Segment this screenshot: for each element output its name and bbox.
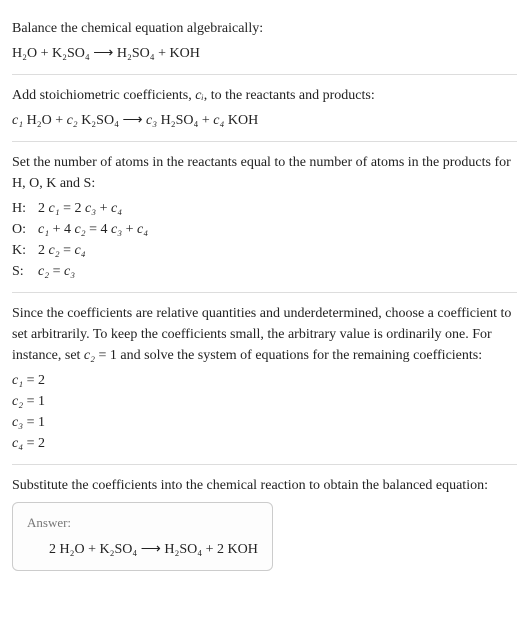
h-mid2: + (96, 201, 111, 216)
k-c2: c₂ (49, 243, 60, 258)
section-atom-equations: Set the number of atoms in the reactants… (12, 142, 517, 293)
eq-sp4: KOH (224, 113, 258, 128)
atom-row-o: O: c₁ + 4 c₂ = 4 c₃ + c₄ (12, 219, 517, 240)
solve-c2: c₂ (84, 348, 95, 363)
atom-eq-s: c₂ = c₃ (38, 261, 517, 282)
eq-c3: c₃ (146, 113, 157, 128)
coeff-row-3: c₃ = 1 (12, 412, 517, 433)
balanced-equation: 2 H₂O + K₂SO₄ ⟶ H₂SO₄ + 2 KOH (27, 539, 258, 560)
cr3-c: c₃ (12, 415, 23, 430)
eq-sp1: H₂O + (23, 113, 67, 128)
original-equation: H₂O + K₂SO₄ ⟶ H₂SO₄ + KOH (12, 43, 517, 64)
atom-eq-h: 2 c₁ = 2 c₃ + c₄ (38, 198, 517, 219)
add-coeff-text-a: Add stoichiometric coefficients, (12, 88, 195, 103)
answer-label: Answer: (27, 513, 258, 533)
k-c4: c₄ (75, 243, 86, 258)
atom-label-s: S: (12, 261, 38, 282)
eq-c1: c₁ (12, 113, 23, 128)
o-c3: c₃ (111, 222, 122, 237)
o-mid0: + 4 (49, 222, 74, 237)
h-c1: c₁ (49, 201, 60, 216)
coeff-list: c₁ = 2 c₂ = 1 c₃ = 1 c₄ = 2 (12, 370, 517, 454)
s-mid1: = (49, 264, 64, 279)
eq-sp3: H₂SO₄ + (157, 113, 213, 128)
cr1-c: c₁ (12, 373, 23, 388)
atom-row-s: S: c₂ = c₃ (12, 261, 517, 282)
s-c2: c₂ (38, 264, 49, 279)
k-mid1: = (60, 243, 75, 258)
o-c1: c₁ (38, 222, 49, 237)
atom-intro: Set the number of atoms in the reactants… (12, 152, 517, 194)
atom-row-h: H: 2 c₁ = 2 c₃ + c₄ (12, 198, 517, 219)
o-mid1: = 4 (86, 222, 111, 237)
atom-eq-k: 2 c₂ = c₄ (38, 240, 517, 261)
cr2-v: = 1 (23, 394, 45, 409)
section-solve: Since the coefficients are relative quan… (12, 293, 517, 465)
atom-row-k: K: 2 c₂ = c₄ (12, 240, 517, 261)
section-add-coefficients: Add stoichiometric coefficients, cᵢ, to … (12, 75, 517, 142)
k-pre: 2 (38, 243, 49, 258)
add-coeff-text-b: , to the reactants and products: (204, 88, 375, 103)
solve-text-b: = 1 and solve the system of equations fo… (95, 348, 482, 363)
h-mid1: = 2 (60, 201, 85, 216)
cr2-c: c₂ (12, 394, 23, 409)
coeff-equation: c₁ H₂O + c₂ K₂SO₄ ⟶ c₃ H₂SO₄ + c₄ KOH (12, 110, 517, 131)
atom-eq-o: c₁ + 4 c₂ = 4 c₃ + c₄ (38, 219, 517, 240)
h-pre: 2 (38, 201, 49, 216)
atom-label-h: H: (12, 198, 38, 219)
o-mid2: + (122, 222, 137, 237)
cr4-v: = 2 (23, 436, 45, 451)
solve-intro: Since the coefficients are relative quan… (12, 303, 517, 366)
o-c2: c₂ (75, 222, 86, 237)
cr4-c: c₄ (12, 436, 23, 451)
coeff-row-1: c₁ = 2 (12, 370, 517, 391)
coeff-row-2: c₂ = 1 (12, 391, 517, 412)
cr3-v: = 1 (23, 415, 45, 430)
eq-c2: c₂ (67, 113, 78, 128)
eq-sp2: K₂SO₄ ⟶ (78, 113, 146, 128)
cr1-v: = 2 (23, 373, 45, 388)
section-balance-intro: Balance the chemical equation algebraica… (12, 8, 517, 75)
atom-label-o: O: (12, 219, 38, 240)
h-c3: c₃ (85, 201, 96, 216)
atom-table: H: 2 c₁ = 2 c₃ + c₄ O: c₁ + 4 c₂ = 4 c₃ … (12, 198, 517, 282)
o-c4: c₄ (137, 222, 148, 237)
s-c3: c₃ (64, 264, 75, 279)
section-answer: Substitute the coefficients into the che… (12, 465, 517, 581)
ci-symbol: cᵢ (195, 88, 203, 103)
add-coeff-intro: Add stoichiometric coefficients, cᵢ, to … (12, 85, 517, 106)
coeff-row-4: c₄ = 2 (12, 433, 517, 454)
balance-intro-text: Balance the chemical equation algebraica… (12, 18, 517, 39)
h-c4: c₄ (111, 201, 122, 216)
substitute-intro: Substitute the coefficients into the che… (12, 475, 517, 496)
atom-label-k: K: (12, 240, 38, 261)
eq-c4: c₄ (213, 113, 224, 128)
answer-box: Answer: 2 H₂O + K₂SO₄ ⟶ H₂SO₄ + 2 KOH (12, 502, 273, 571)
